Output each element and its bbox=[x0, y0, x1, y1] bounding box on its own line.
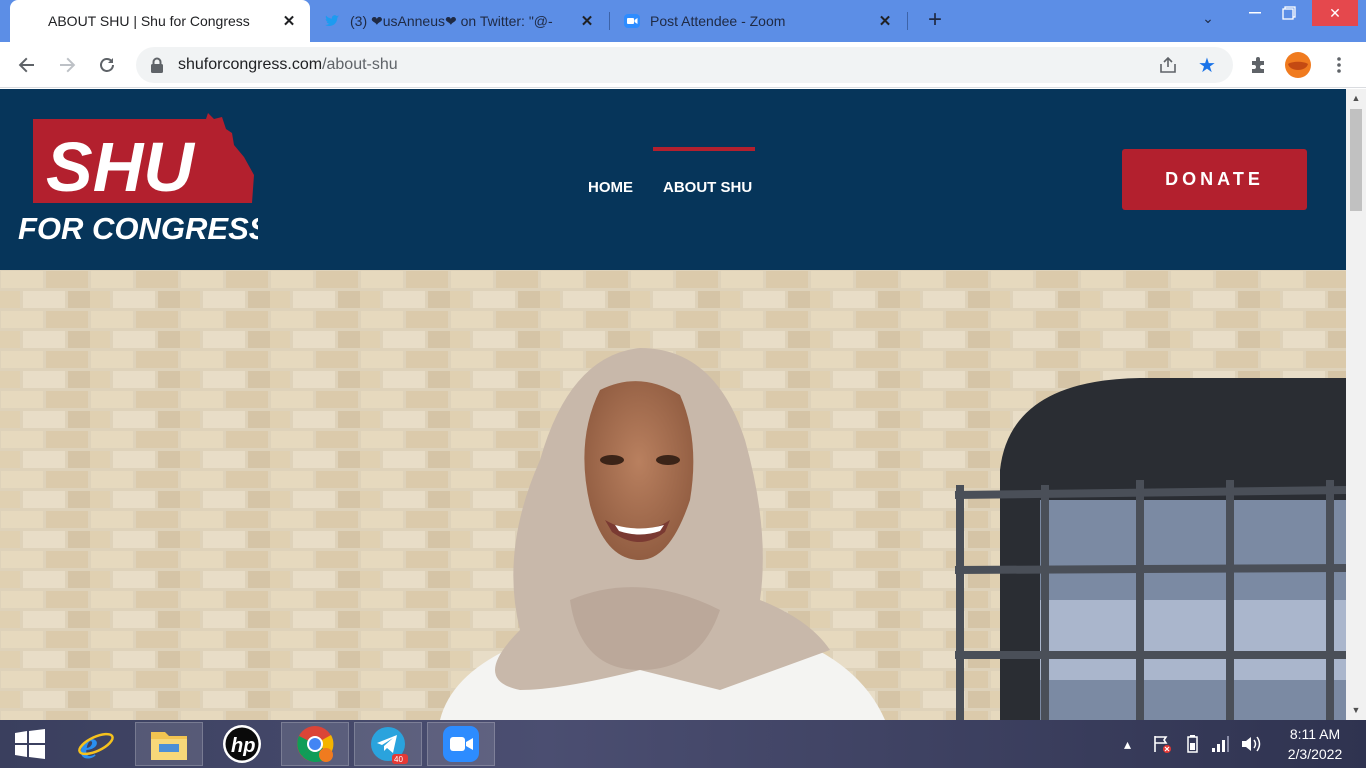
file-explorer-icon[interactable] bbox=[135, 722, 203, 766]
tab-title: (3) ❤usAnneus❤ on Twitter: "@- bbox=[350, 12, 553, 29]
windows-taskbar: e hp 40 ▴ 8:11 AM 2/3/2022 bbox=[0, 720, 1366, 768]
show-hidden-icons-chevron[interactable]: ▴ bbox=[1124, 720, 1131, 768]
browser-toolbar: shuforcongress.com/about-shu ★ bbox=[0, 42, 1366, 88]
back-arrow-icon[interactable] bbox=[14, 52, 40, 78]
address-bar[interactable]: shuforcongress.com/about-shu ★ bbox=[136, 47, 1233, 83]
lock-icon[interactable] bbox=[150, 57, 164, 73]
clock-date: 2/3/2022 bbox=[1287, 746, 1343, 762]
scrollbar-thumb[interactable] bbox=[1350, 109, 1362, 211]
tab-zoom[interactable]: Post Attendee - Zoom ✕ bbox=[612, 0, 906, 42]
tab-separator bbox=[907, 12, 908, 30]
telegram-icon[interactable]: 40 bbox=[354, 722, 422, 766]
logo-for-congress-text: FOR CONGRESS bbox=[18, 211, 258, 241]
start-windows-icon[interactable] bbox=[0, 722, 60, 766]
zoom-app-icon[interactable] bbox=[427, 722, 495, 766]
restore-window-icon[interactable] bbox=[1266, 0, 1312, 26]
donate-button[interactable]: DONATE bbox=[1122, 149, 1307, 210]
new-tab-plus-icon[interactable]: + bbox=[922, 8, 948, 34]
close-tab-icon[interactable]: ✕ bbox=[280, 12, 298, 30]
profile-avatar[interactable] bbox=[1285, 52, 1311, 78]
extensions-puzzle-icon[interactable] bbox=[1246, 52, 1272, 78]
tab-search-chevron-icon[interactable]: ⌄ bbox=[1196, 10, 1220, 32]
tab-about-shu[interactable]: ABOUT SHU | Shu for Congress ✕ bbox=[10, 0, 310, 42]
page-viewport: SHU FOR CONGRESS HOME ABOUT SHU DONATE bbox=[0, 89, 1346, 720]
action-center-flag-icon[interactable] bbox=[1152, 720, 1172, 768]
chrome-icon[interactable] bbox=[281, 722, 349, 766]
telegram-badge-count: 40 bbox=[394, 755, 403, 764]
battery-icon[interactable] bbox=[1182, 720, 1202, 768]
share-icon[interactable] bbox=[1158, 55, 1178, 75]
menu-kebab-icon[interactable] bbox=[1326, 52, 1352, 78]
forward-arrow-icon[interactable] bbox=[54, 52, 80, 78]
url-text: shuforcongress.com/about-shu bbox=[178, 56, 398, 74]
scroll-down-arrow-icon[interactable]: ▼ bbox=[1351, 705, 1361, 715]
nav-about-shu[interactable]: ABOUT SHU bbox=[653, 147, 763, 196]
page-scrollbar[interactable]: ▲ ▼ bbox=[1346, 89, 1366, 720]
shu-for-congress-logo[interactable]: SHU FOR CONGRESS bbox=[18, 111, 270, 246]
url-domain: shuforcongress.com bbox=[178, 56, 323, 73]
scroll-up-arrow-icon[interactable]: ▲ bbox=[1351, 93, 1361, 103]
zoom-icon bbox=[624, 13, 640, 29]
close-tab-icon[interactable]: ✕ bbox=[876, 12, 894, 30]
tab-twitter[interactable]: (3) ❤usAnneus❤ on Twitter: "@- ✕ bbox=[312, 0, 608, 42]
volume-speaker-icon[interactable] bbox=[1240, 720, 1262, 768]
tab-separator bbox=[609, 12, 610, 30]
network-signal-icon[interactable] bbox=[1210, 720, 1230, 768]
browser-tab-strip: ABOUT SHU | Shu for Congress ✕ (3) ❤usAn… bbox=[0, 0, 1366, 42]
svg-text:hp: hp bbox=[231, 735, 255, 757]
blank-favicon-icon bbox=[22, 13, 38, 29]
system-clock[interactable]: 8:11 AM 2/3/2022 bbox=[1270, 724, 1360, 764]
logo-shu-text: SHU bbox=[46, 128, 195, 206]
url-path: /about-shu bbox=[322, 56, 398, 73]
nav-home[interactable]: HOME bbox=[588, 179, 648, 196]
clock-time: 8:11 AM bbox=[1289, 726, 1341, 742]
hero-photo bbox=[0, 270, 1346, 720]
close-tab-icon[interactable]: ✕ bbox=[578, 12, 596, 30]
reload-icon[interactable] bbox=[94, 52, 120, 78]
bookmark-star-icon[interactable]: ★ bbox=[1198, 53, 1216, 78]
tab-title: Post Attendee - Zoom bbox=[650, 13, 786, 29]
hp-app-icon[interactable]: hp bbox=[208, 722, 276, 766]
site-header: SHU FOR CONGRESS HOME ABOUT SHU DONATE bbox=[0, 89, 1346, 270]
twitter-icon bbox=[324, 13, 340, 29]
internet-explorer-icon[interactable]: e bbox=[62, 722, 130, 766]
close-window-icon[interactable]: ✕ bbox=[1312, 0, 1358, 26]
tab-title: ABOUT SHU | Shu for Congress bbox=[48, 13, 250, 29]
